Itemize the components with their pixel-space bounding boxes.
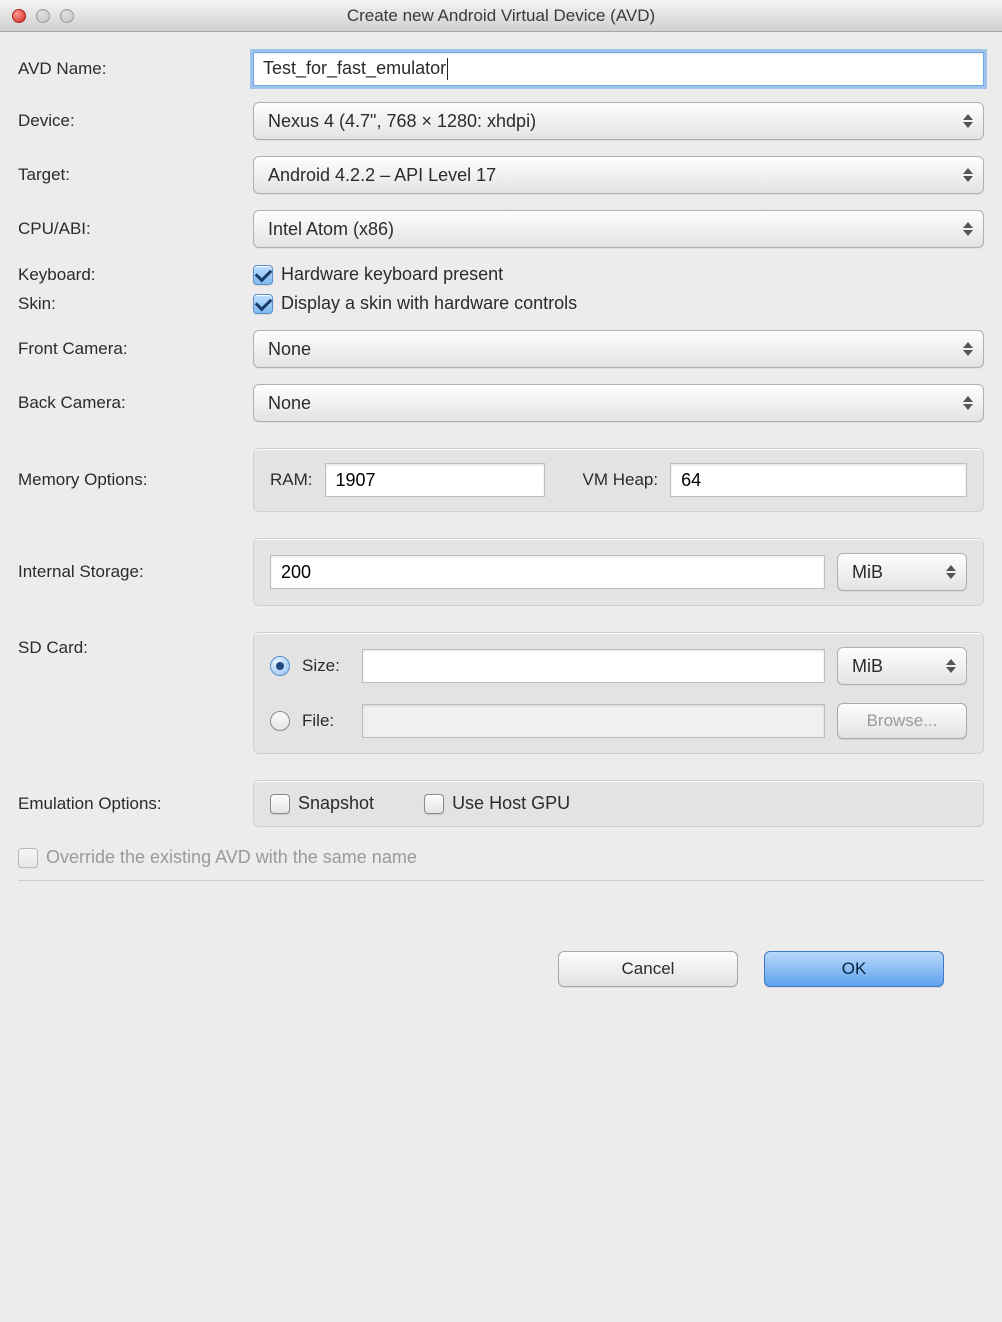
browse-button: Browse...	[837, 703, 967, 739]
snapshot-checkbox-label: Snapshot	[298, 793, 374, 814]
stepper-icon	[963, 396, 973, 410]
stepper-icon	[946, 565, 956, 579]
label-keyboard: Keyboard:	[18, 265, 253, 285]
device-select-value: Nexus 4 (4.7", 768 × 1280: xhdpi)	[268, 111, 536, 132]
host-gpu-checkbox-label: Use Host GPU	[452, 793, 570, 814]
sd-file-radio[interactable]	[270, 711, 290, 731]
checkbox-icon	[270, 794, 290, 814]
cpu-abi-select[interactable]: Intel Atom (x86)	[253, 210, 984, 248]
stepper-icon	[963, 168, 973, 182]
label-internal-storage: Internal Storage:	[18, 562, 253, 582]
sd-size-label: Size:	[302, 656, 350, 676]
zoom-window-button[interactable]	[60, 9, 74, 23]
label-front-camera: Front Camera:	[18, 339, 253, 359]
vmheap-input[interactable]	[670, 463, 967, 497]
memory-group: RAM: VM Heap:	[253, 448, 984, 512]
titlebar: Create new Android Virtual Device (AVD)	[0, 0, 1002, 32]
label-cpu: CPU/ABI:	[18, 219, 253, 239]
vmheap-label: VM Heap:	[583, 470, 659, 490]
ok-button[interactable]: OK	[764, 951, 944, 987]
sd-size-input[interactable]	[362, 649, 825, 683]
back-camera-value: None	[268, 393, 311, 414]
label-memory: Memory Options:	[18, 470, 253, 490]
internal-storage-unit-value: MiB	[852, 562, 883, 583]
label-emulation: Emulation Options:	[18, 794, 253, 814]
ram-input[interactable]	[325, 463, 545, 497]
device-select[interactable]: Nexus 4 (4.7", 768 × 1280: xhdpi)	[253, 102, 984, 140]
stepper-icon	[963, 342, 973, 356]
stepper-icon	[946, 659, 956, 673]
avd-name-input[interactable]	[253, 52, 984, 86]
sd-size-unit-value: MiB	[852, 656, 883, 677]
keyboard-checkbox-label: Hardware keyboard present	[281, 264, 503, 285]
emulation-group: Snapshot Use Host GPU	[253, 780, 984, 827]
target-select[interactable]: Android 4.2.2 – API Level 17	[253, 156, 984, 194]
snapshot-checkbox[interactable]: Snapshot	[270, 793, 374, 814]
footer-buttons: Cancel OK	[18, 903, 984, 1027]
ok-button-label: OK	[842, 959, 867, 979]
label-skin: Skin:	[18, 294, 253, 314]
sd-size-radio[interactable]	[270, 656, 290, 676]
back-camera-select[interactable]: None	[253, 384, 984, 422]
checkbox-icon	[253, 294, 273, 314]
label-avd-name: AVD Name:	[18, 59, 253, 79]
label-device: Device:	[18, 111, 253, 131]
checkbox-icon	[18, 848, 38, 868]
cancel-button[interactable]: Cancel	[558, 951, 738, 987]
skin-checkbox-label: Display a skin with hardware controls	[281, 293, 577, 314]
cpu-abi-select-value: Intel Atom (x86)	[268, 219, 394, 240]
sd-size-unit-select[interactable]: MiB	[837, 647, 967, 685]
label-target: Target:	[18, 165, 253, 185]
front-camera-select[interactable]: None	[253, 330, 984, 368]
override-checkbox-label: Override the existing AVD with the same …	[46, 847, 417, 868]
host-gpu-checkbox[interactable]: Use Host GPU	[424, 793, 570, 814]
internal-storage-input[interactable]	[270, 555, 825, 589]
internal-storage-unit-select[interactable]: MiB	[837, 553, 967, 591]
checkbox-icon	[253, 265, 273, 285]
front-camera-value: None	[268, 339, 311, 360]
separator	[18, 880, 984, 881]
form-content: AVD Name: Test_for_fast_emulator Device:…	[0, 32, 1002, 1041]
window-controls	[12, 9, 74, 23]
browse-button-label: Browse...	[867, 711, 938, 731]
cancel-button-label: Cancel	[622, 959, 675, 979]
stepper-icon	[963, 222, 973, 236]
ram-label: RAM:	[270, 470, 313, 490]
override-checkbox: Override the existing AVD with the same …	[18, 847, 417, 868]
internal-storage-group: MiB	[253, 538, 984, 606]
skin-checkbox[interactable]: Display a skin with hardware controls	[253, 293, 984, 314]
close-window-button[interactable]	[12, 9, 26, 23]
checkbox-icon	[424, 794, 444, 814]
sd-card-group: Size: MiB File: Browse...	[253, 632, 984, 754]
label-sd-card: SD Card:	[18, 632, 253, 658]
label-back-camera: Back Camera:	[18, 393, 253, 413]
sd-file-input	[362, 704, 825, 738]
window-title: Create new Android Virtual Device (AVD)	[8, 6, 994, 26]
target-select-value: Android 4.2.2 – API Level 17	[268, 165, 496, 186]
stepper-icon	[963, 114, 973, 128]
sd-file-label: File:	[302, 711, 350, 731]
keyboard-checkbox[interactable]: Hardware keyboard present	[253, 264, 984, 285]
minimize-window-button[interactable]	[36, 9, 50, 23]
